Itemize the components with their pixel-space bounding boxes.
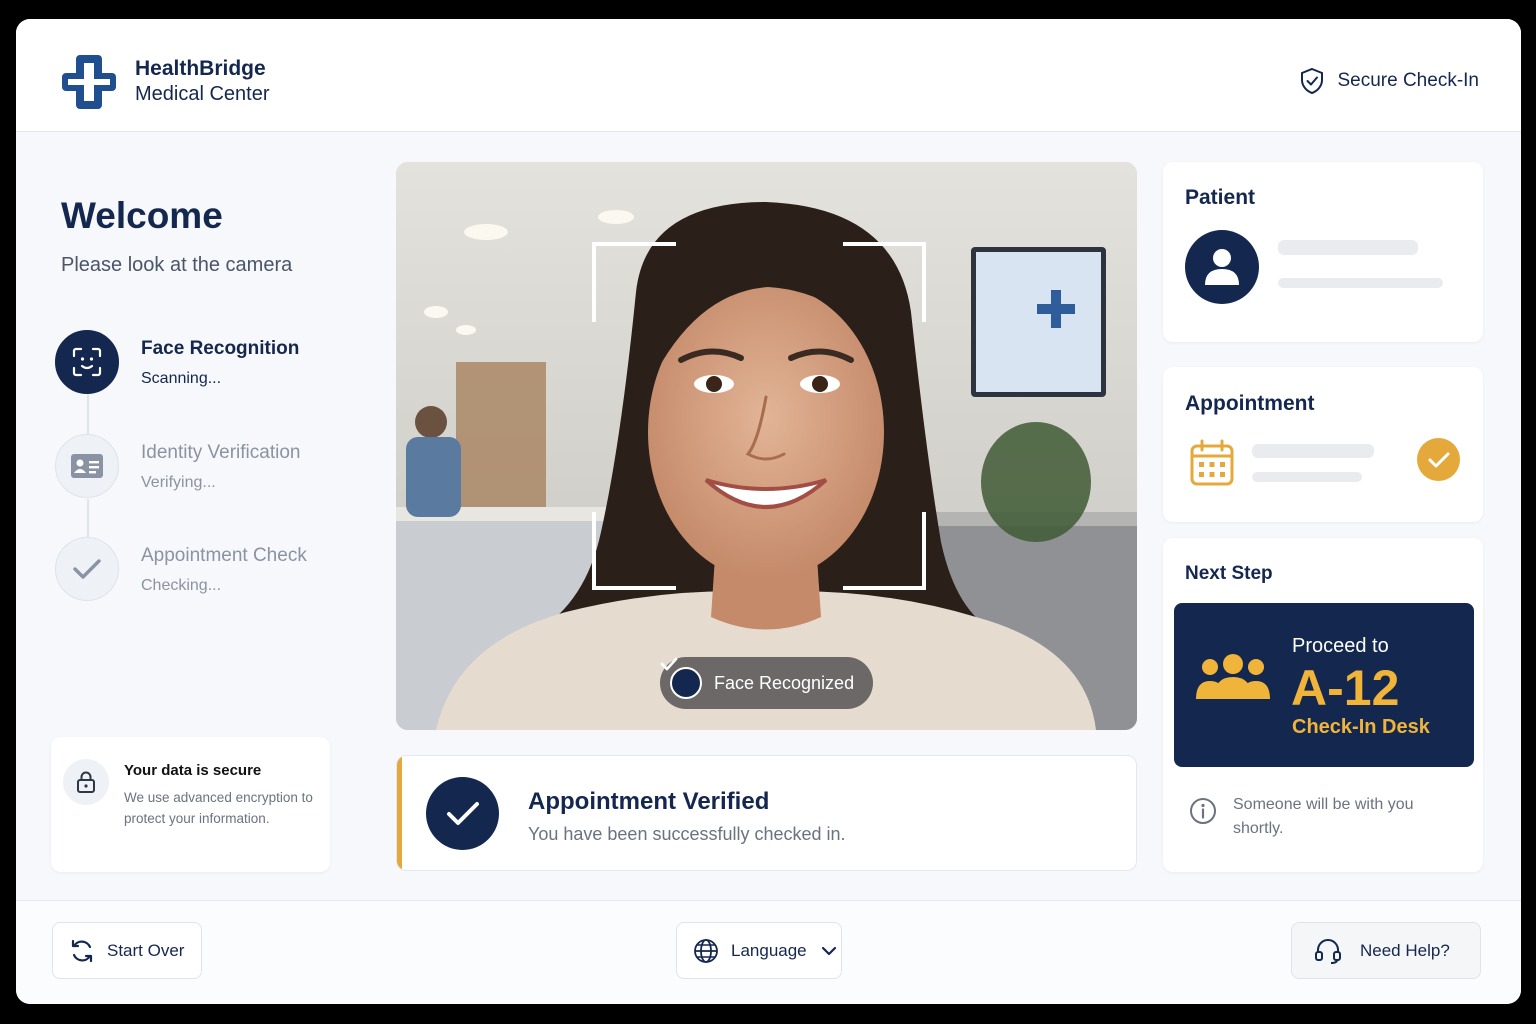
- patient-card-title: Patient: [1185, 186, 1256, 209]
- appointment-verified-card: Appointment Verified You have been succe…: [396, 755, 1137, 871]
- language-select[interactable]: Language: [676, 922, 842, 979]
- medical-cross-logo-icon: [62, 55, 116, 109]
- patient-name-placeholder: [1278, 240, 1418, 255]
- welcome-subtitle: Please look at the camera: [61, 254, 293, 276]
- desk-direction-box: Proceed to A-12 Check-In Desk: [1174, 603, 1474, 767]
- verified-text: You have been successfully checked in.: [528, 824, 846, 844]
- appointment-card-title: Appointment: [1185, 392, 1315, 415]
- desk-code: A-12: [1291, 660, 1400, 716]
- check-circle-icon: [1417, 438, 1460, 481]
- need-help-label: Need Help?: [1360, 940, 1450, 960]
- data-secure-card: Your data is secure We use advanced encr…: [51, 737, 330, 872]
- step-face-recognition: Face Recognition Scanning...: [55, 330, 299, 394]
- refresh-icon: [71, 939, 93, 962]
- face-recognized-badge: Face Recognized: [660, 657, 873, 709]
- camera-photo: [396, 162, 1137, 730]
- face-scan-icon: [72, 347, 102, 377]
- step-title: Appointment Check: [141, 545, 307, 566]
- calendar-icon: [1190, 439, 1234, 486]
- welcome-heading: Welcome: [61, 195, 223, 236]
- headset-icon: [1315, 938, 1341, 964]
- start-over-button[interactable]: Start Over: [52, 922, 202, 979]
- secure-checkin-label: Secure Check-In: [1299, 67, 1479, 95]
- check-circle-icon: [426, 777, 499, 850]
- info-icon: [1190, 798, 1216, 824]
- shield-check-icon: [1301, 67, 1324, 95]
- chevron-down-icon: [821, 946, 836, 955]
- info-message: Someone will be with you shortly.: [1189, 793, 1423, 841]
- step-status: Scanning...: [141, 370, 222, 387]
- data-secure-text: We use advanced encryption to protect yo…: [124, 790, 313, 826]
- step-identity-verification: Identity Verification Verifying...: [55, 434, 300, 498]
- next-step-title: Next Step: [1185, 563, 1273, 584]
- step-connector: [87, 394, 89, 434]
- face-recognized-text: Face Recognized: [714, 672, 855, 693]
- camera-feed: Face Recognized: [396, 162, 1137, 730]
- footer: Start Over Language Need Help?: [16, 900, 1521, 1004]
- user-avatar-icon: [1185, 230, 1259, 304]
- proceed-to-label: Proceed to: [1292, 635, 1389, 657]
- lock-icon-circle: [63, 759, 109, 805]
- step-title: Face Recognition: [141, 338, 300, 359]
- appointment-detail-placeholder: [1252, 472, 1362, 482]
- step-appointment-check: Appointment Check Checking...: [55, 537, 307, 601]
- step-status: Checking...: [141, 577, 222, 594]
- check-circle-icon: [660, 657, 702, 699]
- brand-subtitle: Medical Center: [135, 83, 270, 105]
- step-status: Verifying...: [141, 474, 216, 491]
- brand-name: HealthBridge: [135, 57, 266, 80]
- step-title: Identity Verification: [141, 442, 301, 463]
- secure-checkin-text: Secure Check-In: [1337, 70, 1479, 91]
- check-icon: [73, 559, 101, 579]
- data-secure-title: Your data is secure: [124, 762, 262, 779]
- id-card-icon: [71, 454, 103, 478]
- step-icon-circle: [55, 330, 119, 394]
- info-text: Someone will be with you shortly.: [1233, 796, 1414, 837]
- verified-title: Appointment Verified: [528, 788, 770, 815]
- accent-bar: [397, 756, 402, 870]
- step-connector: [87, 499, 89, 537]
- appointment-info-placeholder: [1252, 444, 1374, 458]
- next-step-card: Next Step Proceed to A-12 Check-In Desk …: [1163, 538, 1483, 872]
- language-label: Language: [731, 940, 807, 960]
- step-icon-circle: [55, 434, 119, 498]
- header: HealthBridge Medical Center Secure Check…: [16, 19, 1521, 132]
- step-icon-circle: [55, 537, 119, 601]
- desk-label: Check-In Desk: [1292, 716, 1430, 738]
- need-help-button[interactable]: Need Help?: [1291, 922, 1481, 979]
- people-group-icon: [1196, 654, 1270, 699]
- globe-icon: [694, 938, 718, 963]
- patient-card: Patient: [1163, 162, 1483, 342]
- appointment-card: Appointment: [1163, 367, 1483, 522]
- start-over-label: Start Over: [107, 940, 185, 960]
- patient-detail-placeholder: [1278, 278, 1443, 288]
- lock-icon: [77, 771, 95, 793]
- checkin-window: HealthBridge Medical Center Secure Check…: [16, 19, 1521, 1004]
